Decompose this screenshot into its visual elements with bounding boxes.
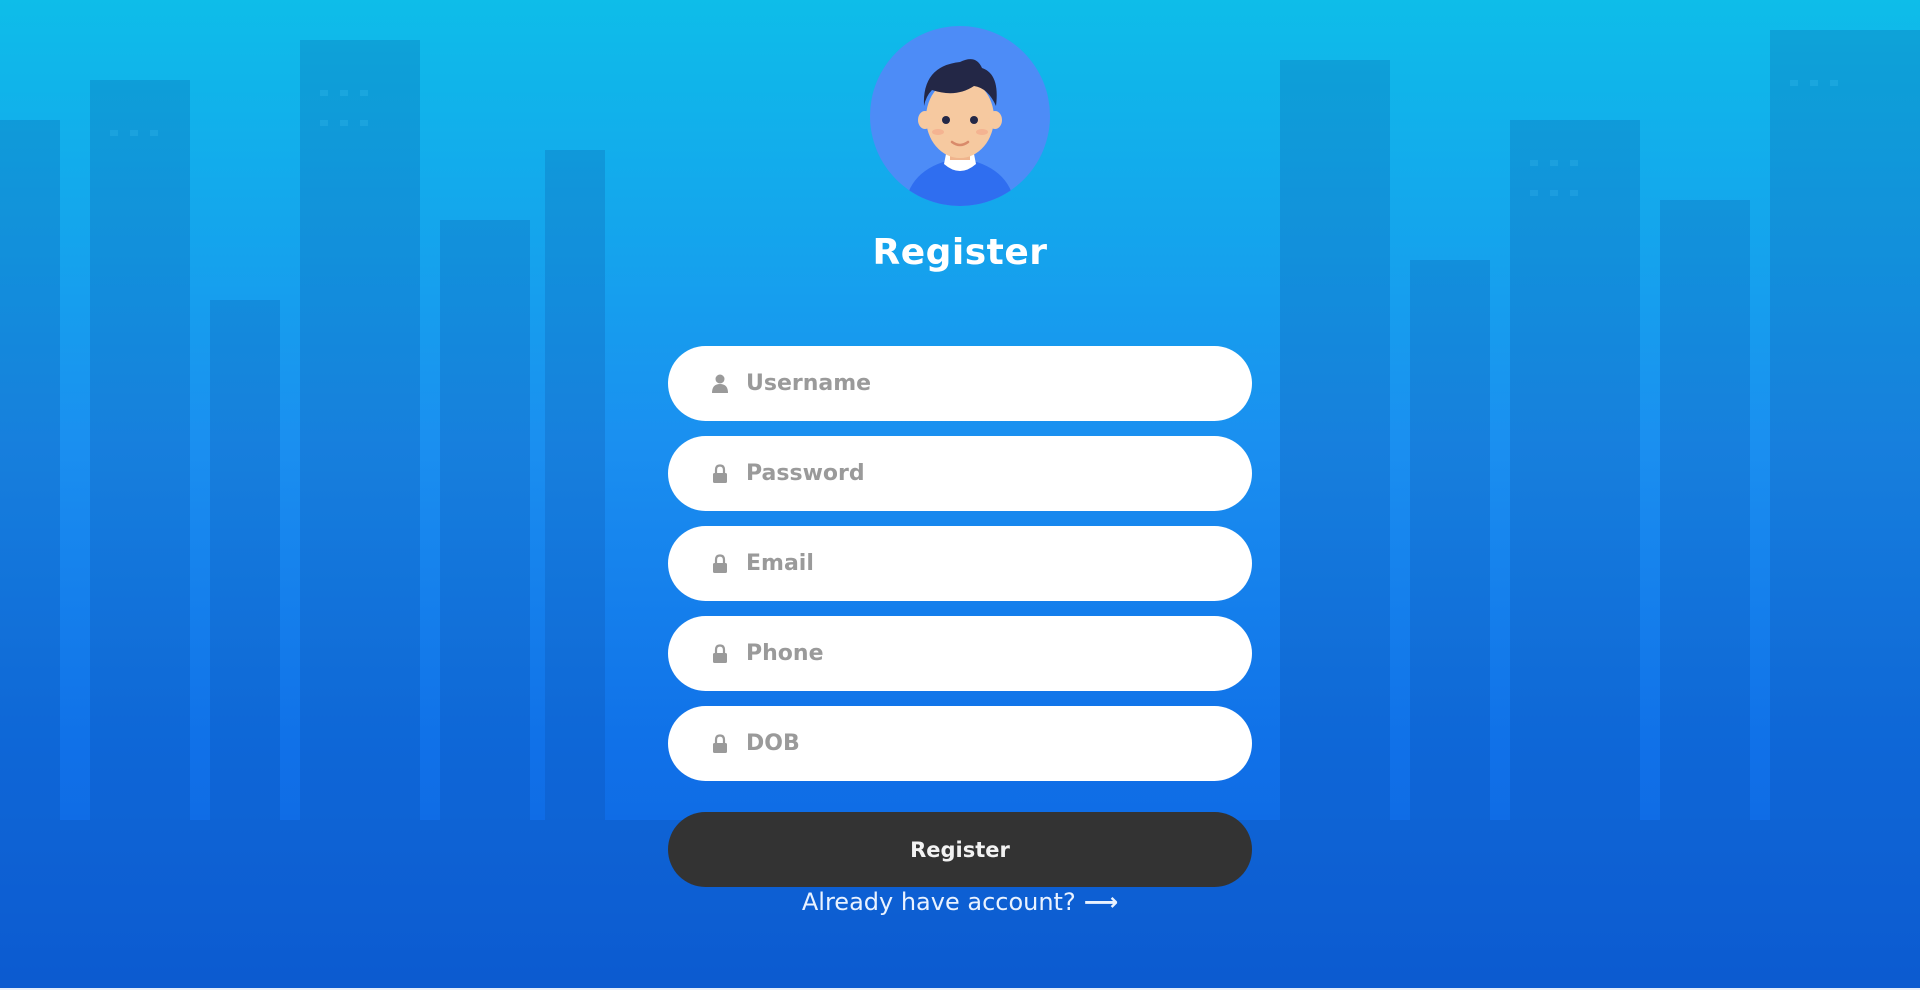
login-link-text: Already have account?: [801, 888, 1076, 916]
username-field-wrapper: [668, 346, 1252, 421]
dob-field-wrapper: [668, 706, 1252, 781]
login-link[interactable]: Already have account? ⟶: [668, 888, 1252, 916]
email-field-wrapper: [668, 526, 1252, 601]
arrow-right-icon: ⟶: [1083, 888, 1119, 916]
email-input[interactable]: [746, 526, 1216, 601]
lock-icon: [713, 464, 727, 483]
lock-icon: [713, 554, 727, 573]
page-title: Register: [872, 232, 1048, 273]
dob-input[interactable]: [746, 706, 1216, 781]
password-field-wrapper: [668, 436, 1252, 511]
register-button[interactable]: Register: [668, 812, 1252, 887]
user-icon: [712, 374, 728, 393]
lock-icon: [713, 734, 727, 753]
register-panel: Register Register: [668, 0, 1252, 990]
avatar-icon: [870, 26, 1050, 206]
password-input[interactable]: [746, 436, 1216, 511]
phone-input[interactable]: [746, 616, 1216, 691]
username-input[interactable]: [746, 346, 1216, 421]
lock-icon: [713, 644, 727, 663]
phone-field-wrapper: [668, 616, 1252, 691]
